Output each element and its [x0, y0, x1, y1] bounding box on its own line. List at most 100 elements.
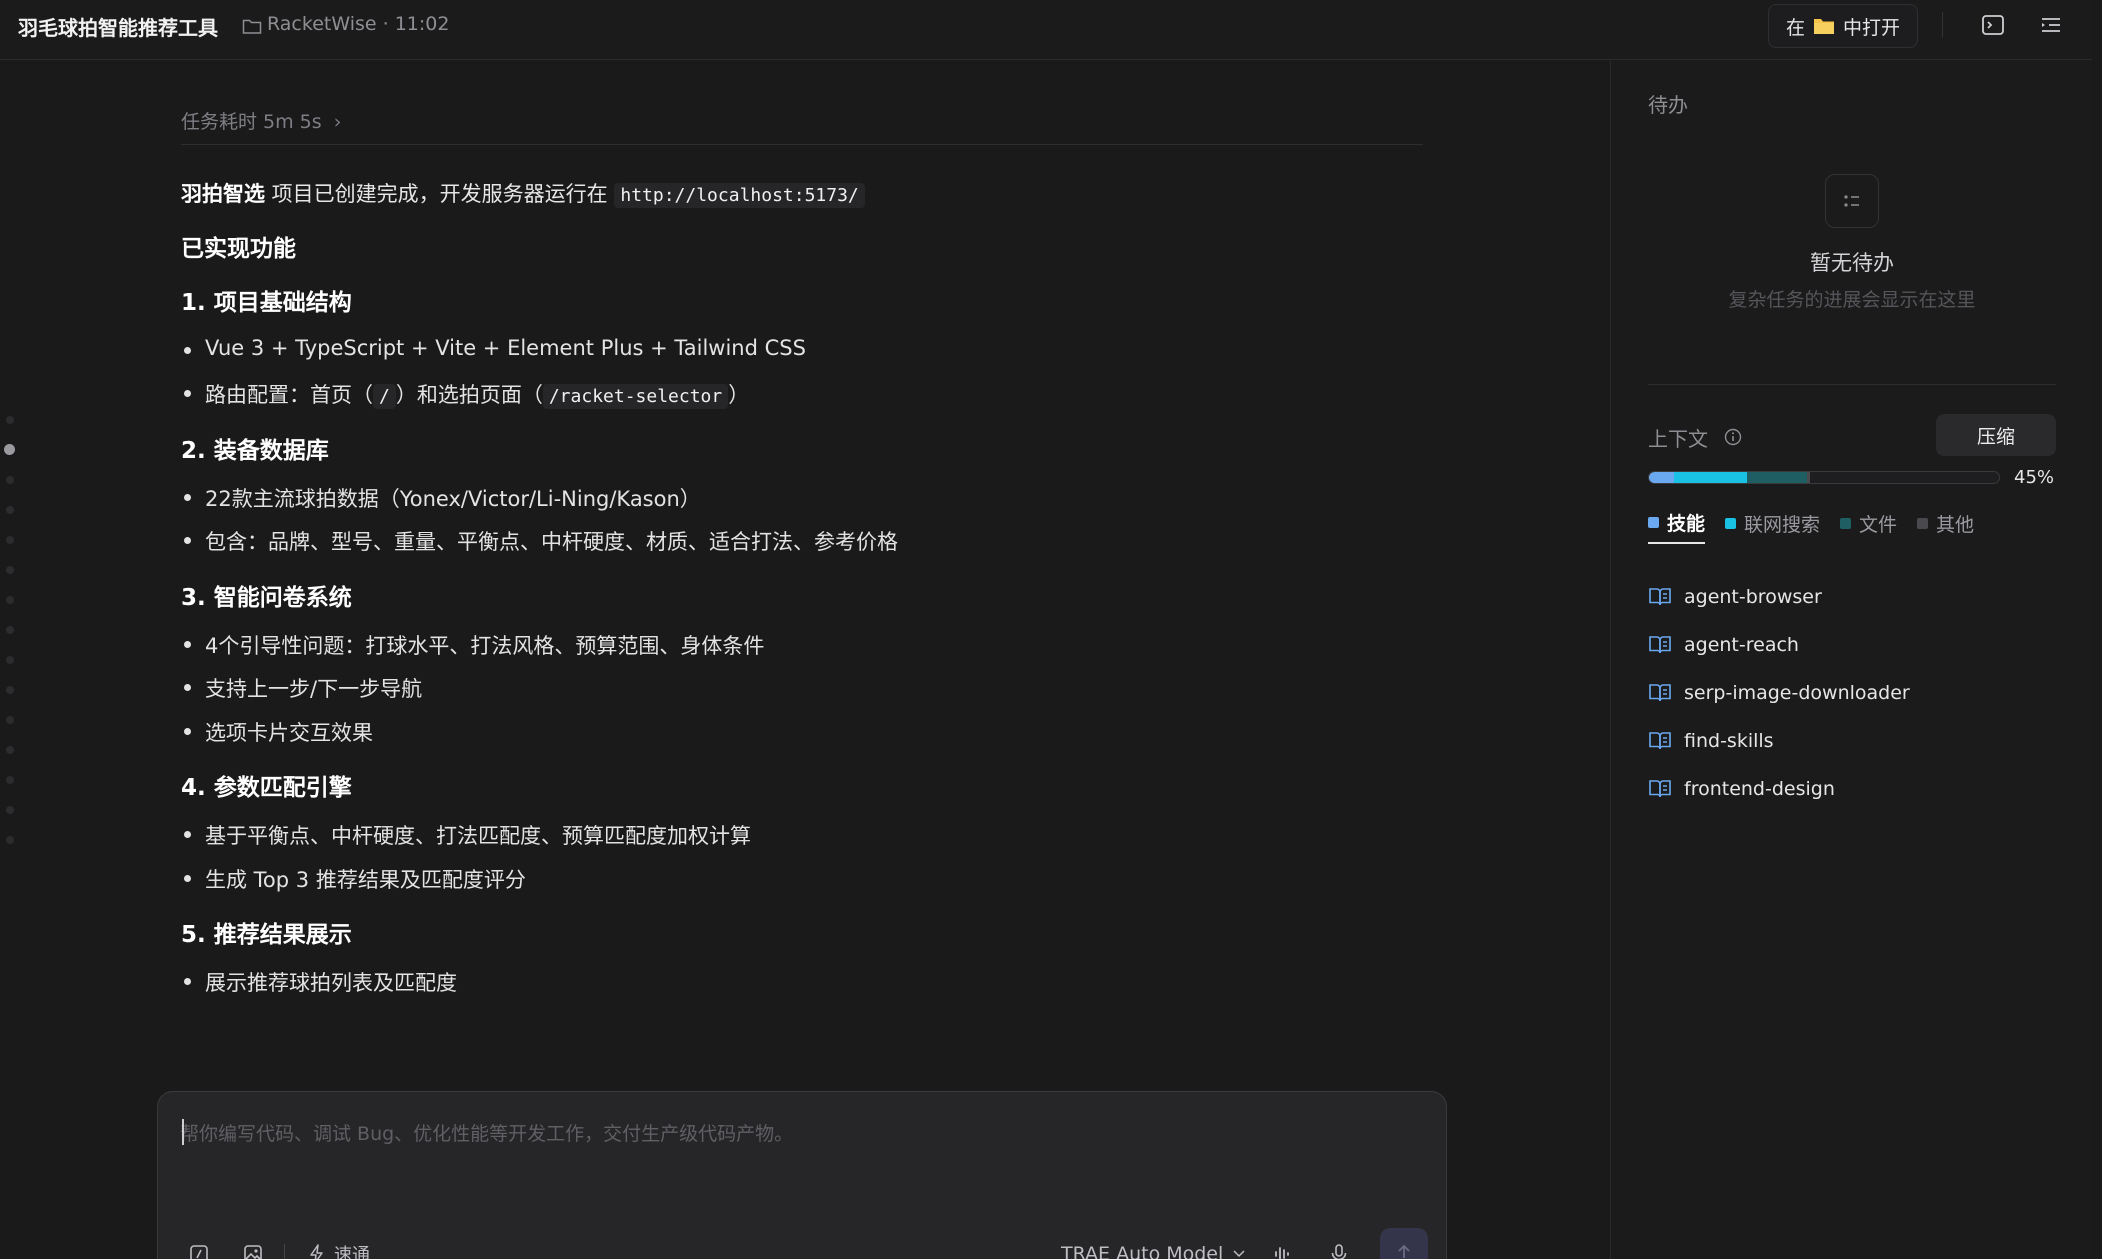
list-item: 包含：品牌、型号、重量、平衡点、中杆硬度、材质、适合打法、参考价格 — [181, 526, 898, 556]
divider — [181, 144, 1423, 145]
toolbar-divider — [1942, 12, 1943, 38]
prompt-input[interactable] — [180, 1114, 1420, 1154]
route-pre: 路由配置：首页（ — [205, 383, 373, 407]
divider — [1648, 384, 2056, 385]
app-title: 羽毛球拍智能推荐工具 — [18, 16, 218, 40]
legend-tab[interactable]: 其他 — [1917, 509, 1974, 544]
intro-text: 项目已创建完成，开发服务器运行在 — [265, 182, 615, 206]
book-icon — [1649, 732, 1671, 750]
legend-label: 联网搜索 — [1744, 514, 1821, 536]
list-item: 4个引导性问题：打球水平、打法风格、预算范围、身体条件 — [181, 630, 764, 660]
right-panel: 待办 暂无待办 复杂任务的进展会显示在这里 上下文 压缩 45% 技能 联网搜索 文… — [1610, 61, 2092, 1259]
book-icon — [1649, 684, 1671, 702]
skill-label: agent-reach — [1684, 634, 1799, 656]
section-heading: 1. 项目基础结构 — [181, 290, 352, 316]
list-item: 展示推荐球拍列表及匹配度 — [181, 967, 457, 997]
yellow-folder-icon — [1814, 19, 1834, 34]
skill-label: frontend-design — [1684, 778, 1835, 800]
route-mid: ）和选拍页面（ — [395, 383, 543, 407]
folder-icon — [242, 19, 262, 34]
open-in-folder-button[interactable]: 在 中打开 — [1768, 4, 1918, 48]
image-upload-icon[interactable] — [242, 1243, 264, 1259]
legend-swatch — [1840, 518, 1852, 529]
chevron-right-icon: › — [333, 111, 342, 133]
context-segment — [1673, 472, 1747, 483]
speed-mode-label: 速通 — [334, 1245, 370, 1259]
context-legend: 技能 联网搜索 文件 其他 — [1648, 509, 1974, 544]
list-item: 支持上一步/下一步导航 — [181, 673, 422, 703]
top-bar: 羽毛球拍智能推荐工具 RacketWise · 11:02 在 中打开 — [0, 0, 2092, 60]
section-heading: 3. 智能问卷系统 — [181, 585, 352, 611]
book-icon — [1649, 780, 1671, 798]
lightning-icon — [310, 1244, 323, 1259]
dev-server-url[interactable]: http://localhost:5173/ — [614, 183, 865, 208]
legend-tab[interactable]: 文件 — [1840, 509, 1897, 544]
book-icon — [1649, 636, 1671, 654]
speed-mode-toggle[interactable]: 速通 — [308, 1240, 370, 1259]
project-meta: RacketWise · 11:02 — [267, 13, 450, 35]
microphone-icon[interactable] — [1328, 1243, 1350, 1259]
todo-list-icon — [1825, 174, 1879, 228]
context-usage-bar — [1648, 471, 2000, 484]
route-selector-code: /racket-selector — [542, 384, 729, 409]
send-button[interactable] — [1380, 1228, 1428, 1259]
todo-empty-title: 暂无待办 — [1810, 251, 1894, 275]
compress-button[interactable]: 压缩 — [1936, 414, 2056, 456]
model-label: TRAE Auto Model — [1061, 1243, 1224, 1259]
context-segment — [1747, 472, 1807, 483]
skill-item[interactable]: serp-image-downloader — [1648, 669, 1910, 717]
open-in-prefix: 在 — [1785, 16, 1805, 39]
chat-composer: 速通 TRAE Auto Model — [157, 1091, 1447, 1259]
chat-main: 任务耗时 5m 5s › 羽拍智选 项目已创建完成，开发服务器运行在 http:… — [0, 61, 1610, 1259]
list-item: Vue 3 + TypeScript + Vite + Element Plus… — [181, 336, 806, 360]
chevron-down-icon — [1233, 1250, 1245, 1258]
task-elapsed-toggle[interactable]: 任务耗时 5m 5s › — [181, 107, 341, 134]
outline-list-icon[interactable] — [2038, 12, 2064, 38]
slash-command-icon[interactable] — [188, 1243, 210, 1259]
intro-line: 羽拍智选 项目已创建完成，开发服务器运行在 http://localhost:5… — [181, 178, 865, 208]
open-in-suffix: 中打开 — [1843, 16, 1901, 39]
list-item: 基于平衡点、中杆硬度、打法匹配度、预算匹配度加权计算 — [181, 820, 751, 850]
list-item: 生成 Top 3 推荐结果及匹配度评分 — [181, 864, 526, 894]
list-item: 22款主流球拍数据（Yonex/Victor/Li-Ning/Kason） — [181, 483, 701, 513]
legend-label: 技能 — [1667, 513, 1706, 535]
list-item: 选项卡片交互效果 — [181, 717, 373, 747]
model-select[interactable]: TRAE Auto Model — [1061, 1240, 1245, 1259]
legend-tab[interactable]: 技能 — [1648, 509, 1706, 544]
features-heading: 已实现功能 — [181, 236, 296, 262]
context-percent: 45% — [2014, 467, 2055, 488]
terminal-icon[interactable] — [1980, 12, 2006, 38]
context-segment — [1649, 472, 1674, 483]
composer-divider — [284, 1244, 285, 1259]
section-heading: 2. 装备数据库 — [181, 438, 329, 464]
skill-label: serp-image-downloader — [1684, 682, 1910, 704]
arrow-up-icon — [1398, 1244, 1410, 1258]
info-icon[interactable] — [1724, 428, 1742, 446]
project-name: 羽拍智选 — [181, 182, 265, 206]
list-item: 路由配置：首页（ / ）和选拍页面（/racket-selector） — [181, 379, 749, 409]
skill-item[interactable]: frontend-design — [1648, 765, 1910, 813]
legend-tab[interactable]: 联网搜索 — [1725, 509, 1820, 544]
todo-empty-subtitle: 复杂任务的进展会显示在这里 — [1728, 289, 1976, 311]
legend-swatch — [1917, 518, 1929, 529]
route-post: ） — [728, 383, 750, 407]
book-icon — [1649, 588, 1671, 606]
section-heading: 4. 参数匹配引擎 — [181, 775, 352, 801]
context-title: 上下文 — [1648, 427, 1708, 451]
skill-item[interactable]: agent-browser — [1648, 573, 1910, 621]
legend-label: 其他 — [1936, 514, 1975, 536]
skill-list: agent-browser agent-reach serp-image-downl… — [1648, 573, 1910, 813]
skill-label: agent-browser — [1684, 586, 1822, 608]
context-segment — [1806, 472, 1810, 483]
section-heading: 5. 推荐结果展示 — [181, 922, 352, 948]
text-caret — [182, 1119, 184, 1145]
task-elapsed: 任务耗时 5m 5s — [181, 111, 322, 133]
voice-waveform-icon[interactable] — [1271, 1243, 1293, 1259]
skill-label: find-skills — [1684, 730, 1774, 752]
route-home-code: / — [373, 384, 396, 409]
skill-item[interactable]: agent-reach — [1648, 621, 1910, 669]
skill-item[interactable]: find-skills — [1648, 717, 1910, 765]
legend-swatch — [1648, 517, 1659, 528]
legend-label: 文件 — [1859, 514, 1898, 536]
todo-title: 待办 — [1648, 93, 1688, 117]
